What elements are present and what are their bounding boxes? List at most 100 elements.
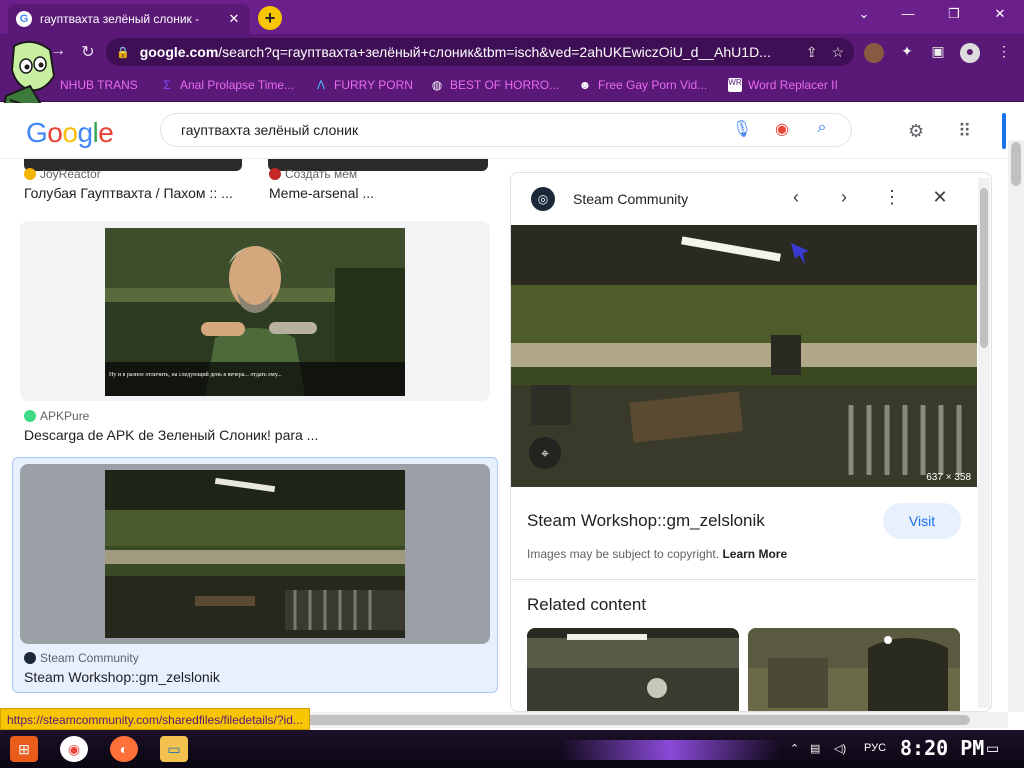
- browser-tab[interactable]: G гауптвахта зелёный слоник - ✕: [8, 4, 250, 34]
- bookmark-label: FURRY PORN: [334, 78, 413, 92]
- address-bar[interactable]: 🔒 google.com/search?q=гауптвахта+зелёный…: [106, 38, 854, 66]
- preview-title[interactable]: Steam Workshop::gm_zelslonik: [527, 511, 765, 531]
- menu-dots-icon[interactable]: ⋮: [994, 43, 1014, 63]
- learn-more-link[interactable]: Learn More: [722, 547, 787, 561]
- image-preview-panel: ◎ Steam Community ‹ › ⋮ ✕ ⌖ 637 × 358 St…: [510, 172, 992, 712]
- bookmark-item[interactable]: WR Word Replacer II: [728, 78, 838, 92]
- wr-icon: WR: [728, 78, 742, 92]
- share-icon[interactable]: ⇪: [806, 44, 818, 61]
- reload-icon[interactable]: ↻: [76, 42, 100, 62]
- settings-gear-icon[interactable]: ⚙: [908, 121, 924, 142]
- tab-close-icon[interactable]: ✕: [226, 11, 242, 27]
- preview-scrollbar[interactable]: [978, 178, 990, 708]
- ghost-icon: ☻: [578, 78, 592, 92]
- logo-letter: o: [47, 117, 63, 148]
- tray-chevron-icon[interactable]: ⌃: [790, 742, 799, 755]
- joyreactor-favicon-icon: [24, 168, 36, 180]
- logo-letter: o: [62, 117, 78, 148]
- related-image[interactable]: [748, 628, 960, 711]
- image-results: JoyReactor Голубая Гауптвахта / Пахом ::…: [0, 159, 505, 713]
- result-title[interactable]: Steam Workshop::gm_zelslonik: [24, 669, 220, 685]
- taskbar-decoration: [560, 740, 780, 760]
- preview-site-name[interactable]: Steam Community: [573, 191, 688, 207]
- result-source: Создать мем: [269, 167, 357, 181]
- related-content-heading: Related content: [527, 595, 647, 614]
- google-logo[interactable]: Google: [26, 117, 114, 149]
- cartoon-man-thumbnail[interactable]: Ну и в разное отличить, на следующий ден…: [105, 228, 405, 396]
- previous-icon[interactable]: ‹: [784, 187, 808, 208]
- profile-icon[interactable]: ●: [960, 43, 980, 63]
- tab-title: гауптвахта зелёный слоник -: [40, 12, 200, 26]
- bookmark-star-icon[interactable]: ☆: [831, 44, 844, 61]
- clock[interactable]: 8:20 PM: [900, 736, 984, 760]
- close-window-button[interactable]: ✕: [980, 6, 1020, 22]
- firefox-taskbar-icon[interactable]: ◐: [110, 736, 138, 762]
- preview-image[interactable]: ⌖ 637 × 358: [511, 225, 977, 487]
- bookmark-label: NHUB TRANS: [60, 78, 138, 92]
- close-preview-icon[interactable]: ✕: [928, 187, 952, 208]
- page-scrollbar[interactable]: [1008, 140, 1024, 712]
- visit-button[interactable]: Visit: [883, 503, 961, 539]
- bookmark-item[interactable]: Λ FURRY PORN: [314, 78, 413, 92]
- next-icon[interactable]: ›: [832, 187, 856, 208]
- result-title[interactable]: Голубая Гауптвахта / Пахом :: ...: [24, 185, 233, 201]
- visual-search-icon[interactable]: ⌖: [529, 437, 561, 469]
- related-image[interactable]: [527, 628, 739, 711]
- result-source: APKPure: [24, 409, 89, 423]
- title-bar: G гауптвахта зелёный слоник - ✕ + ⌄ — ❐ …: [0, 0, 1024, 34]
- bookmark-item[interactable]: ◍ BEST OF HORRO...: [430, 78, 559, 92]
- language-indicator[interactable]: РУС: [864, 742, 886, 754]
- bookmark-item[interactable]: NHUB TRANS: [60, 78, 138, 92]
- globe-icon: ◍: [431, 78, 443, 92]
- extensions-puzzle-icon[interactable]: ✦: [897, 43, 917, 63]
- preview-header: ◎ Steam Community ‹ › ⋮ ✕: [511, 173, 991, 225]
- search-box[interactable]: гауптвахта зелёный слоник 🎙 ◉ ⌕: [160, 113, 852, 147]
- new-tab-button[interactable]: +: [258, 6, 282, 30]
- microphone-icon[interactable]: 🎙: [731, 119, 753, 141]
- chrome-taskbar-icon[interactable]: ◉: [60, 736, 88, 762]
- bookmark-label: Anal Prolapse Time...: [180, 78, 295, 92]
- bunker-thumbnail[interactable]: [105, 470, 405, 638]
- apps-grid-icon[interactable]: ⠿: [958, 121, 971, 142]
- result-source: JoyReactor: [24, 167, 101, 181]
- bookmark-item[interactable]: Σ Anal Prolapse Time...: [160, 78, 294, 92]
- bookmark-label: Free Gay Porn Vid...: [598, 78, 708, 92]
- apkpure-favicon-icon: [24, 410, 36, 422]
- extension-avatar-icon[interactable]: [864, 43, 884, 63]
- network-icon[interactable]: ▤: [810, 742, 820, 755]
- divider: [511, 579, 977, 580]
- bookmark-item[interactable]: ☻ Free Gay Porn Vid...: [578, 78, 708, 92]
- side-panel-icon[interactable]: ▣: [928, 43, 948, 63]
- status-url: https://steamcommunity.com/sharedfiles/f…: [0, 708, 310, 730]
- restore-button[interactable]: ❐: [934, 6, 974, 22]
- minimize-button[interactable]: —: [888, 6, 928, 21]
- volume-icon[interactable]: ◁): [834, 742, 846, 755]
- logo-letter: g: [77, 117, 93, 148]
- result-source: Steam Community: [24, 651, 139, 665]
- bookmark-label: Word Replacer II: [748, 78, 838, 92]
- start-button-icon[interactable]: ⊞: [10, 736, 38, 762]
- lambda-icon: Λ: [316, 78, 325, 92]
- thumbnail-caption: Ну и в разное отличить, на следующий ден…: [109, 371, 282, 378]
- bookmark-label: BEST OF HORRO...: [450, 78, 560, 92]
- notifications-icon[interactable]: ▭: [986, 740, 999, 757]
- steam-logo-icon: ◎: [531, 187, 555, 211]
- url-text: google.com/search?q=гауптвахта+зелёный+с…: [139, 44, 771, 60]
- lock-icon[interactable]: 🔒: [116, 46, 130, 59]
- result-title[interactable]: Meme-arsenal ...: [269, 185, 374, 201]
- result-title[interactable]: Descarga de APK de Зеленый Слоник! para …: [24, 427, 318, 443]
- more-options-icon[interactable]: ⋮: [880, 187, 904, 208]
- bookmarks-bar: NHUB TRANS Σ Anal Prolapse Time... Λ FUR…: [0, 70, 1024, 102]
- google-lens-icon[interactable]: ◉: [771, 119, 793, 141]
- related-corridor-image: [748, 628, 960, 711]
- sign-in-edge[interactable]: [1002, 113, 1006, 149]
- related-bunker-image: [527, 628, 739, 711]
- steam-favicon-icon: [24, 652, 36, 664]
- bunker-preview-image: [511, 225, 977, 487]
- search-input[interactable]: гауптвахта зелёный слоник: [181, 122, 731, 138]
- logo-letter: e: [98, 117, 114, 148]
- search-icon[interactable]: ⌕: [811, 119, 833, 141]
- meme-favicon-icon: [269, 168, 281, 180]
- file-explorer-taskbar-icon[interactable]: ▭: [160, 736, 188, 762]
- tab-search-icon[interactable]: ⌄: [844, 6, 884, 22]
